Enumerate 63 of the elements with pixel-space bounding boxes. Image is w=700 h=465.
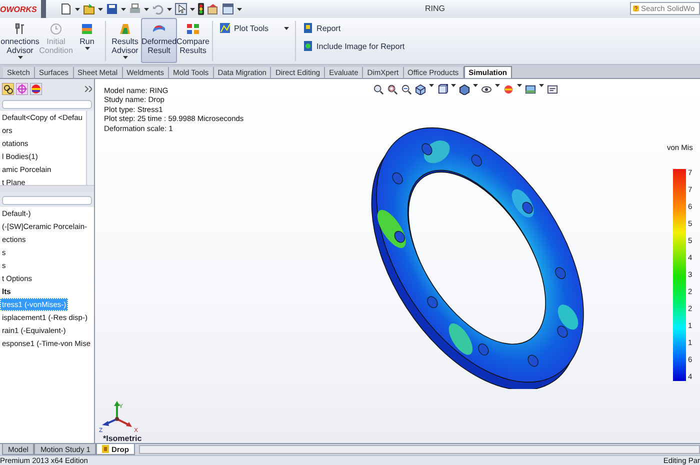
triad-drawing — [102, 400, 132, 427]
chevron-icon[interactable] — [85, 86, 92, 92]
ribbon-button[interactable]: Deformed Result — [141, 18, 177, 63]
zoom-fit-icon[interactable] — [373, 84, 384, 95]
zoom-area-icon[interactable] — [387, 84, 398, 95]
caret-icon[interactable] — [539, 84, 544, 87]
caret-icon[interactable] — [495, 84, 500, 87]
filter-field[interactable] — [2, 100, 92, 109]
plot-tools-icon — [219, 22, 231, 34]
caret-icon[interactable] — [98, 8, 103, 10]
section-view-icon[interactable] — [415, 84, 426, 95]
caret-icon[interactable] — [18, 56, 22, 59]
report-icon — [302, 22, 314, 34]
caret-icon[interactable] — [451, 84, 456, 87]
ribbon-button[interactable]: Plot Tools — [216, 20, 292, 36]
appearance-ball-icon[interactable] — [30, 82, 42, 95]
help-icon — [633, 4, 639, 13]
window-icon[interactable] — [222, 3, 234, 15]
clock-icon — [49, 22, 63, 36]
run-icon — [80, 22, 94, 36]
ribbon-button[interactable]: Include Image for Report — [298, 38, 408, 54]
caret-icon[interactable] — [144, 8, 149, 10]
new-document-icon[interactable] — [60, 3, 72, 15]
caret-icon[interactable] — [166, 8, 172, 10]
open-folder-icon[interactable] — [82, 3, 95, 15]
connections-icon — [13, 22, 27, 36]
compare-results-icon — [186, 22, 200, 36]
caret-icon[interactable] — [429, 84, 434, 87]
caret-icon[interactable] — [120, 8, 126, 10]
results-advisor-icon — [118, 22, 132, 36]
app-logo: OWORKS — [0, 4, 38, 14]
caret-icon[interactable] — [190, 8, 195, 10]
caret-icon[interactable] — [122, 56, 128, 59]
display-settings-icon[interactable] — [547, 84, 558, 95]
view-orientation-icon[interactable] — [437, 84, 448, 95]
ribbon-button[interactable]: Results Advisor — [109, 18, 141, 63]
ribbon-button[interactable]: Run — [72, 18, 102, 63]
caret-icon[interactable] — [473, 84, 478, 87]
traffic-light-icon[interactable] — [198, 3, 204, 15]
view-orientation-label: *Isometric — [103, 434, 142, 443]
image-report-icon — [302, 40, 314, 52]
filter-field[interactable] — [2, 196, 92, 205]
caret-icon[interactable] — [84, 47, 90, 50]
window-title: RING — [425, 4, 445, 13]
caret-icon[interactable] — [284, 26, 289, 30]
chain-link-icon[interactable] — [2, 82, 14, 95]
hide-show-icon[interactable] — [481, 84, 492, 95]
select-pointer-icon[interactable] — [174, 3, 187, 15]
caret-icon[interactable] — [517, 84, 522, 87]
save-icon[interactable] — [106, 3, 118, 15]
study-icon — [102, 445, 110, 453]
ribbon-button[interactable]: Compare Results — [177, 18, 209, 63]
print-icon[interactable] — [128, 3, 141, 15]
caret-icon[interactable] — [236, 8, 242, 10]
ribbon-button[interactable]: Report — [298, 20, 408, 36]
caret-icon[interactable] — [74, 8, 80, 10]
display-style-icon[interactable] — [459, 84, 470, 95]
ribbon-button[interactable]: onnections Advisor — [0, 18, 40, 63]
scene-icon[interactable] — [525, 84, 536, 95]
horizontal-scrollbar[interactable] — [138, 445, 700, 454]
vertical-scrollbar[interactable] — [86, 110, 94, 185]
zoom-previous-icon[interactable] — [401, 84, 412, 95]
appearance-icon[interactable] — [503, 84, 514, 95]
